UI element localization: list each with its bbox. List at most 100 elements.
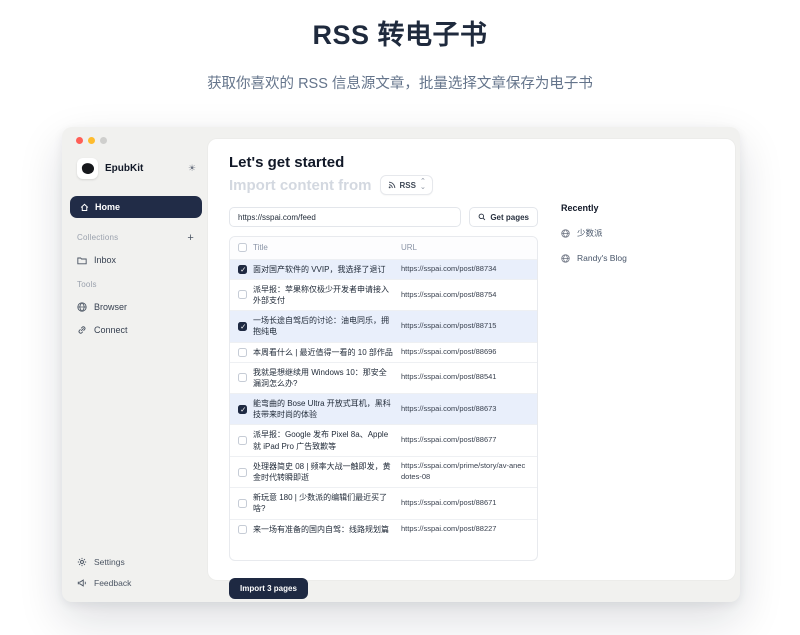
table-row[interactable]: 新玩意 180 | 少数派的编辑们最近买了啥? https://sspai.co… <box>230 487 537 518</box>
source-selector-value: RSS <box>400 181 416 190</box>
import-from-label: Import content from <box>229 177 372 194</box>
folder-icon <box>77 256 87 265</box>
sidebar-item-label: Settings <box>94 557 125 567</box>
article-title: 派早报：Google 发布 Pixel 8a、Apple 就 iPad Pro … <box>253 429 393 451</box>
table-row[interactable]: 能弯曲的 Bose Ultra 开放式耳机，黑科技带来时尚的体验 https:/… <box>230 393 537 424</box>
sidebar-item-home[interactable]: Home <box>70 196 202 218</box>
article-title: 派早报：苹果称仅极少开发者申请接入外部支付 <box>253 284 393 306</box>
globe-icon <box>561 229 570 238</box>
sidebar-item-label: Feedback <box>94 578 131 588</box>
row-checkbox[interactable] <box>238 468 247 477</box>
close-window-button[interactable] <box>76 137 83 144</box>
globe-icon <box>77 302 87 312</box>
row-checkbox[interactable] <box>238 373 247 382</box>
row-checkbox[interactable] <box>238 525 247 534</box>
sidebar-footer: Settings Feedback <box>62 549 208 588</box>
collections-section-header: Collections + <box>62 233 208 242</box>
get-pages-label: Get pages <box>490 213 529 222</box>
theme-toggle-icon[interactable]: ☀ <box>188 163 196 174</box>
minimize-window-button[interactable] <box>88 137 95 144</box>
recently-heading: Recently <box>561 203 721 213</box>
row-checkbox[interactable] <box>238 265 247 274</box>
table-row[interactable]: 面对国产软件的 VVIP，我选择了退订 https://sspai.com/po… <box>230 259 537 279</box>
article-url: https://sspai.com/post/88696 <box>401 347 529 358</box>
table-row[interactable]: 我就是想继续用 Windows 10：那安全漏洞怎么办? https://ssp… <box>230 362 537 393</box>
article-title: 面对国产软件的 VVIP，我选择了退订 <box>253 264 385 275</box>
row-checkbox[interactable] <box>238 499 247 508</box>
sidebar-item-label: Connect <box>94 325 128 335</box>
select-all-checkbox[interactable] <box>238 243 247 252</box>
recently-item-label: 少数派 <box>577 227 603 239</box>
article-title: 来一场有准备的国内自驾：线路规划篇 <box>253 524 389 535</box>
chevron-updown-icon: ⌃⌄ <box>420 179 425 191</box>
app-window: EpubKit ☀ Home Collections + Inbox Tools… <box>62 127 740 602</box>
article-title: 处理器简史 08 | 频率大战一触即发，黄金时代转瞬即逝 <box>253 461 393 483</box>
article-url: https://sspai.com/post/88673 <box>401 404 529 415</box>
feed-row: Get pages <box>229 207 538 227</box>
zoom-window-button[interactable] <box>100 137 107 144</box>
article-title: 新玩意 180 | 少数派的编辑们最近买了啥? <box>253 492 393 514</box>
sidebar-item-feedback[interactable]: Feedback <box>62 578 208 588</box>
table-filler <box>230 539 537 560</box>
sidebar-item-connect[interactable]: Connect <box>62 325 208 335</box>
home-icon <box>80 203 89 212</box>
table-row[interactable]: 来一场有准备的国内自驾：线路规划篇 https://sspai.com/post… <box>230 519 537 539</box>
import-column: Let's get started Import content from RS… <box>229 154 538 580</box>
column-header-url: URL <box>401 242 529 254</box>
recently-item-label: Randy's Blog <box>577 253 627 263</box>
row-checkbox[interactable] <box>238 405 247 414</box>
import-source-line: Import content from RSS ⌃⌄ <box>229 175 538 195</box>
row-checkbox[interactable] <box>238 348 247 357</box>
main-content: Let's get started Import content from RS… <box>208 139 735 580</box>
hero-section: RSS 转电子书 获取你喜欢的 RSS 信息源文章，批量选择文章保存为电子书 <box>0 0 800 93</box>
article-title: 我就是想继续用 Windows 10：那安全漏洞怎么办? <box>253 367 393 389</box>
sidebar-item-label: Inbox <box>94 255 116 265</box>
recently-item[interactable]: 少数派 <box>561 227 721 239</box>
sidebar-item-settings[interactable]: Settings <box>62 557 208 567</box>
page-title: RSS 转电子书 <box>0 13 800 52</box>
table-row[interactable]: 一场长途自驾后的讨论：油电同乐，拥抱纯电 https://sspai.com/p… <box>230 310 537 341</box>
article-url: https://sspai.com/post/88754 <box>401 290 529 301</box>
article-url: https://sspai.com/post/88671 <box>401 498 529 509</box>
recently-column: Recently 少数派 Randy's Blog <box>561 154 721 580</box>
gear-icon <box>77 557 87 567</box>
app-logo-icon <box>77 158 98 179</box>
main-heading: Let's get started <box>229 154 538 171</box>
add-collection-button[interactable]: + <box>187 234 194 242</box>
table-row[interactable]: 本周看什么 | 最近值得一看的 10 部作品 https://sspai.com… <box>230 342 537 362</box>
article-url: https://sspai.com/post/88227 <box>401 524 529 535</box>
sidebar: EpubKit ☀ Home Collections + Inbox Tools… <box>62 127 208 602</box>
sidebar-item-browser[interactable]: Browser <box>62 302 208 312</box>
article-url: https://sspai.com/post/88734 <box>401 264 529 275</box>
page-subtitle: 获取你喜欢的 RSS 信息源文章，批量选择文章保存为电子书 <box>0 72 800 93</box>
recently-item[interactable]: Randy's Blog <box>561 253 721 263</box>
sidebar-item-label: Browser <box>94 302 127 312</box>
feed-url-input[interactable] <box>229 207 461 227</box>
rss-icon <box>388 181 396 189</box>
table-header-row: Title URL <box>230 237 537 259</box>
column-header-title: Title <box>253 243 268 252</box>
article-url: https://sspai.com/post/88715 <box>401 321 529 332</box>
link-icon <box>77 325 87 335</box>
import-pages-button[interactable]: Import 3 pages <box>229 578 308 599</box>
article-url: https://sspai.com/post/88677 <box>401 435 529 446</box>
row-checkbox[interactable] <box>238 322 247 331</box>
sidebar-item-inbox[interactable]: Inbox <box>62 255 208 265</box>
row-checkbox[interactable] <box>238 436 247 445</box>
table-row[interactable]: 派早报：Google 发布 Pixel 8a、Apple 就 iPad Pro … <box>230 424 537 455</box>
article-title: 能弯曲的 Bose Ultra 开放式耳机，黑科技带来时尚的体验 <box>253 398 393 420</box>
get-pages-button[interactable]: Get pages <box>469 207 538 227</box>
source-selector[interactable]: RSS ⌃⌄ <box>380 175 433 195</box>
article-url: https://sspai.com/prime/story/av-anecdot… <box>401 461 529 483</box>
article-url: https://sspai.com/post/88541 <box>401 372 529 383</box>
row-checkbox[interactable] <box>238 290 247 299</box>
tools-label: Tools <box>77 280 97 289</box>
app-name: EpubKit <box>105 163 181 174</box>
articles-table: Title URL 面对国产软件的 VVIP，我选择了退订 https://ss… <box>229 236 538 561</box>
table-row[interactable]: 派早报：苹果称仅极少开发者申请接入外部支付 https://sspai.com/… <box>230 279 537 310</box>
table-row[interactable]: 处理器简史 08 | 频率大战一触即发，黄金时代转瞬即逝 https://ssp… <box>230 456 537 487</box>
search-icon <box>478 213 486 221</box>
sidebar-item-label: Home <box>95 202 120 212</box>
tools-section-header: Tools <box>62 280 208 289</box>
globe-icon <box>561 254 570 263</box>
